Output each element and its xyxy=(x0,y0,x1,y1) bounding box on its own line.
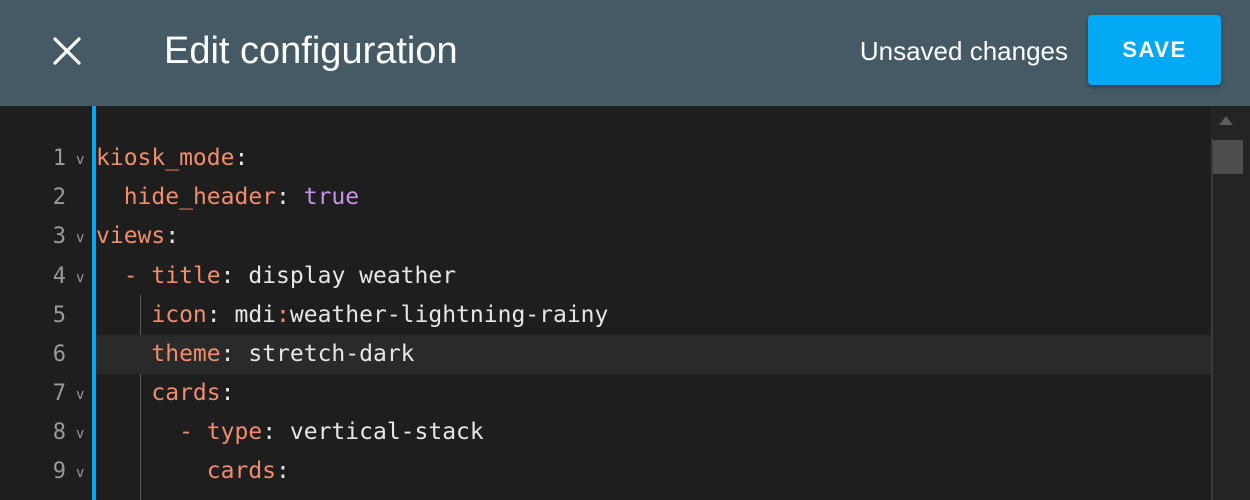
line-number: 5 xyxy=(52,303,66,328)
scroll-up-arrow-icon[interactable] xyxy=(1219,116,1233,125)
yaml-indent xyxy=(96,458,207,484)
code-line[interactable]: cards: xyxy=(96,452,1211,491)
gutter-row: 6 xyxy=(0,335,92,374)
close-button[interactable] xyxy=(40,24,94,78)
code-line[interactable]: kiosk_mode: xyxy=(96,139,1211,178)
fold-toggle-icon[interactable]: v xyxy=(76,152,84,168)
header-edge xyxy=(1233,0,1250,106)
yaml-colon: : xyxy=(165,223,180,249)
fold-toggle-icon[interactable]: v xyxy=(76,270,84,286)
line-number: 3 xyxy=(52,224,66,249)
gutter-row: 5 xyxy=(0,296,92,335)
code-line[interactable]: icon: mdi:weather-lightning-rainy xyxy=(96,296,1211,335)
line-number: 7 xyxy=(52,381,66,406)
yaml-key: type xyxy=(206,419,263,445)
fold-toggle-icon[interactable]: v xyxy=(76,465,84,481)
fold-toggle-icon[interactable]: v xyxy=(76,230,84,246)
yaml-key: cards xyxy=(151,380,221,406)
yaml-indent xyxy=(96,263,124,289)
yaml-indent xyxy=(96,184,124,210)
yaml-colon: : xyxy=(276,458,290,484)
yaml-key: theme xyxy=(151,341,221,367)
yaml-colon: : xyxy=(220,341,235,367)
line-number: 1 xyxy=(52,146,66,171)
dialog-header: Edit configuration Unsaved changes SAVE xyxy=(0,0,1250,106)
yaml-key: hide_header xyxy=(123,184,277,210)
gutter-row: 2 xyxy=(0,178,92,217)
line-number: 9 xyxy=(52,459,66,484)
yaml-colon: : xyxy=(220,380,235,406)
fold-toggle-icon[interactable]: v xyxy=(76,387,84,403)
unsaved-status: Unsaved changes xyxy=(859,36,1068,66)
gutter-row: 3 v xyxy=(0,217,92,256)
yaml-value: true xyxy=(289,184,360,210)
yaml-key: icon xyxy=(151,302,207,328)
gutter-row: 1 v xyxy=(0,139,92,178)
yaml-value: display weather xyxy=(234,263,457,289)
gutter-row: 9 v xyxy=(0,452,92,491)
code-line[interactable]: - type: vertical-stack xyxy=(96,413,1211,452)
line-number: 2 xyxy=(52,185,66,210)
yaml-key: views xyxy=(96,223,166,249)
scrollbar-thumb[interactable] xyxy=(1213,140,1243,174)
yaml-colon: : xyxy=(276,184,290,210)
yaml-key: title xyxy=(151,263,221,289)
gutter-row: 8 v xyxy=(0,413,92,452)
yaml-indent xyxy=(96,380,151,406)
code-area[interactable]: kiosk_mode: hide_header: true views: - t… xyxy=(96,106,1211,500)
yaml-value-separator: : xyxy=(276,302,290,328)
yaml-colon: : xyxy=(234,145,249,171)
yaml-colon: : xyxy=(206,302,221,328)
code-line[interactable]: hide_header: true xyxy=(96,178,1211,217)
yaml-indent xyxy=(96,302,151,328)
close-icon xyxy=(53,37,81,65)
line-number: 4 xyxy=(52,264,66,289)
yaml-colon: : xyxy=(262,419,277,445)
yaml-value: mdi xyxy=(220,302,277,328)
code-line-active[interactable]: theme: stretch-dark xyxy=(96,335,1211,374)
yaml-colon: : xyxy=(220,263,235,289)
yaml-dash: - xyxy=(179,419,207,445)
yaml-value: stretch-dark xyxy=(234,341,415,367)
scrollbar-track xyxy=(1211,138,1213,500)
yaml-key: kiosk_mode xyxy=(96,145,235,171)
code-line[interactable]: views: xyxy=(96,217,1211,256)
yaml-dash: - xyxy=(123,263,152,289)
fold-toggle-icon[interactable]: v xyxy=(76,426,84,442)
code-editor[interactable]: 1 v 2 3 v 4 v 5 6 7 v 8 v 9 v kiosk_mode… xyxy=(0,106,1250,500)
yaml-value: weather-lightning-rainy xyxy=(289,302,609,328)
dialog-title: Edit configuration xyxy=(164,30,458,72)
line-number: 6 xyxy=(52,342,66,367)
yaml-value: vertical-stack xyxy=(276,419,484,445)
code-line[interactable]: cards: xyxy=(96,374,1211,413)
gutter-row: 7 v xyxy=(0,374,92,413)
code-line[interactable]: - title: display weather xyxy=(96,257,1211,296)
yaml-indent xyxy=(96,341,151,367)
yaml-indent xyxy=(96,419,179,445)
yaml-key: cards xyxy=(206,458,277,484)
save-button[interactable]: SAVE xyxy=(1088,15,1221,85)
line-number: 8 xyxy=(52,420,66,445)
line-gutter: 1 v 2 3 v 4 v 5 6 7 v 8 v 9 v xyxy=(0,106,92,500)
gutter-row: 4 v xyxy=(0,257,92,296)
